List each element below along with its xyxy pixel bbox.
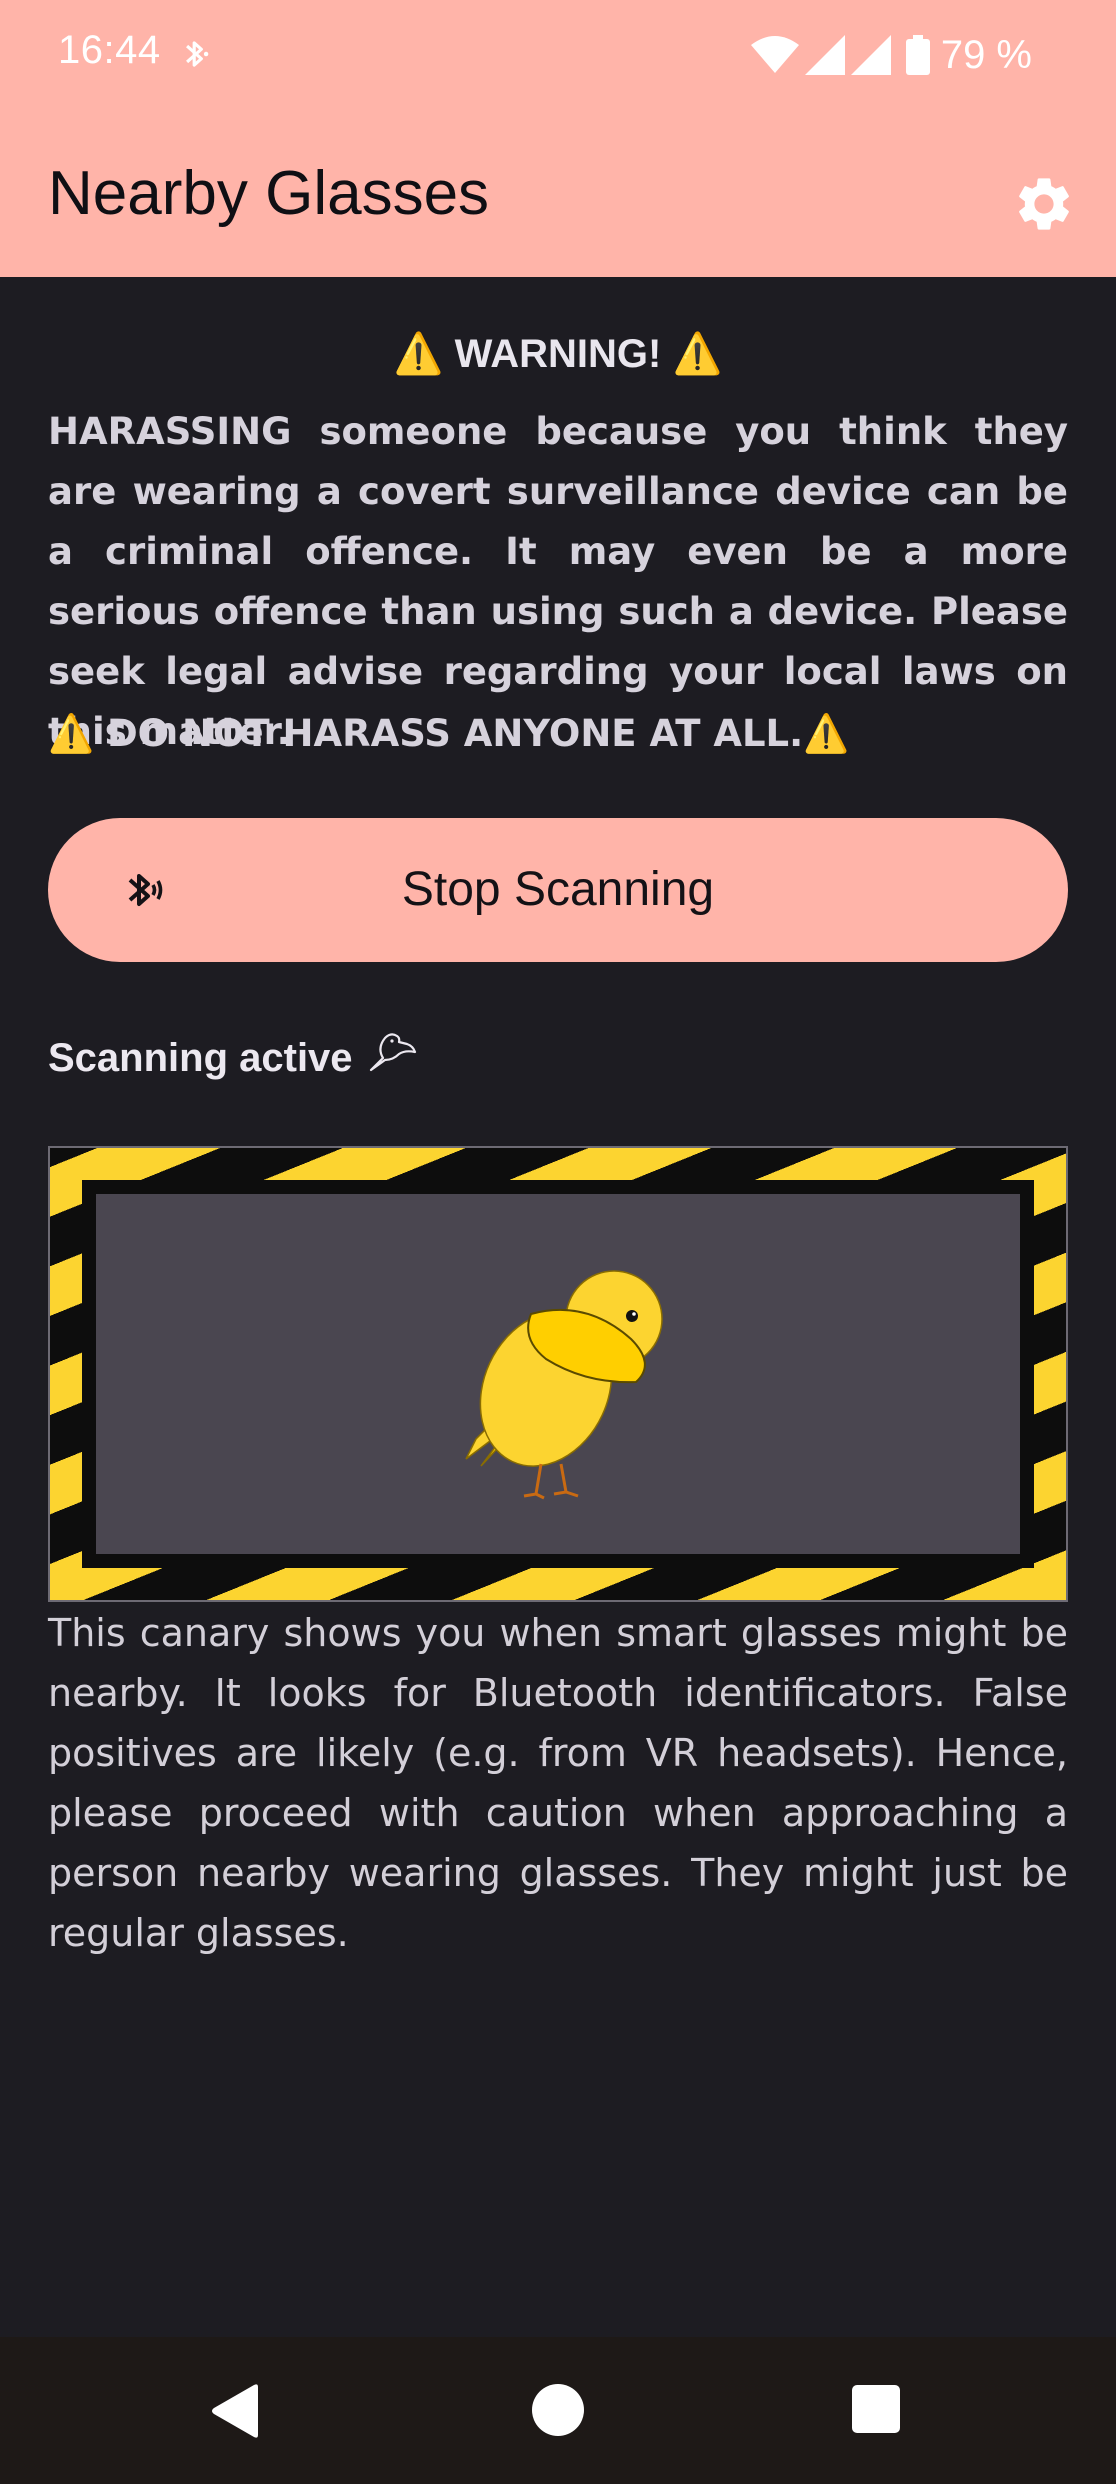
app-screen: 16:44 79 % Nearby Glasses ⚠️ WARNING! ⚠️… xyxy=(0,0,1116,2484)
status-icons: 79 % xyxy=(750,30,1032,80)
warning-icon: ⚠️ xyxy=(672,332,723,376)
stop-scanning-button[interactable]: Stop Scanning xyxy=(48,818,1068,962)
app-bar: Nearby Glasses xyxy=(0,112,1116,277)
canary-frame xyxy=(82,1180,1034,1568)
warning-footer: ⚠️ DO NOT HARASS ANYONE AT ALL.⚠️ xyxy=(48,704,849,764)
home-icon[interactable] xyxy=(531,2383,585,2437)
warning-title: ⚠️ WARNING! ⚠️ xyxy=(0,330,1116,377)
wifi-icon xyxy=(750,36,799,73)
stop-scanning-label: Stop Scanning xyxy=(401,863,715,916)
signal-icon xyxy=(850,35,891,75)
scan-status-text: Scanning active xyxy=(48,1036,353,1080)
status-time: 16:44 xyxy=(58,28,161,72)
warning-title-text: WARNING! xyxy=(454,332,662,376)
battery-icon xyxy=(905,35,930,75)
bluetooth-icon xyxy=(186,41,209,67)
canary-illustration xyxy=(465,1270,663,1500)
scan-status: Scanning active xyxy=(48,1032,417,1081)
page-title: Nearby Glasses xyxy=(48,159,490,228)
warning-icon: ⚠️ xyxy=(48,712,95,755)
signal-icon xyxy=(804,35,845,75)
warning-footer-text: DO NOT HARASS ANYONE AT ALL. xyxy=(106,712,804,755)
gear-icon[interactable] xyxy=(1012,172,1076,236)
warning-icon: ⚠️ xyxy=(803,712,850,755)
back-icon[interactable] xyxy=(210,2383,262,2439)
status-bar: 16:44 79 % xyxy=(0,0,1116,112)
canary-panel xyxy=(48,1146,1068,1602)
navigation-bar xyxy=(0,2337,1116,2484)
description-text: This canary shows you when smart glasses… xyxy=(48,1611,1068,1955)
battery-percent: 79 % xyxy=(940,32,1032,77)
recents-icon[interactable] xyxy=(852,2385,900,2433)
bird-icon xyxy=(369,1032,416,1071)
warning-icon: ⚠️ xyxy=(393,332,444,376)
canary-screen xyxy=(96,1194,1020,1554)
